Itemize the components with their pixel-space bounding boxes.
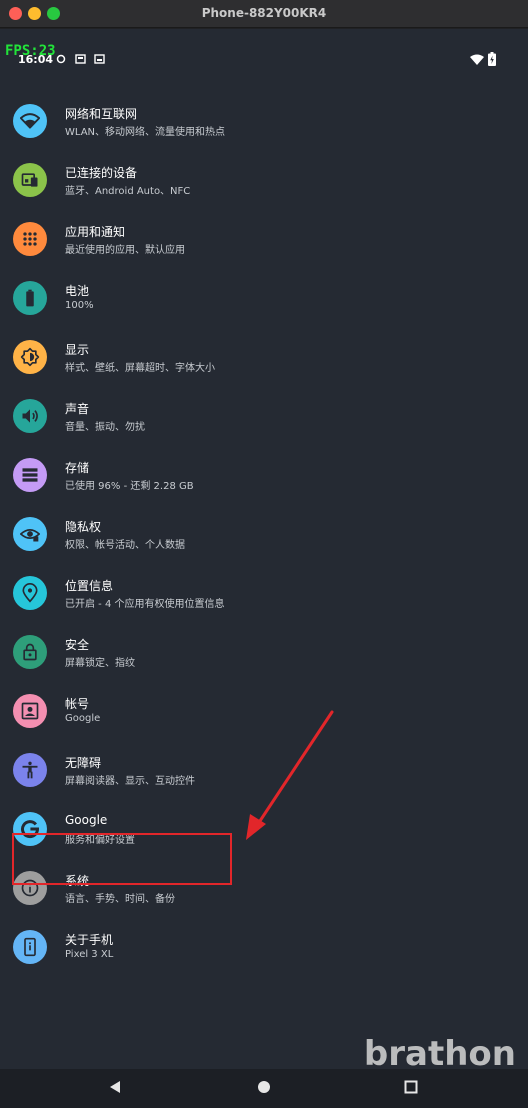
setting-subtitle: 已开启 - 4 个应用有权使用位置信息 <box>65 599 225 610</box>
setting-title: 电池 <box>65 284 90 298</box>
setting-subtitle: 最近使用的应用、默认应用 <box>65 245 185 256</box>
setting-privacy[interactable]: 隐私权 权限、帐号活动、个人数据 <box>0 517 528 575</box>
status-time: 16:04 <box>18 53 54 66</box>
setting-google[interactable]: Google 服务和偏好设置 <box>0 812 528 870</box>
home-button[interactable] <box>257 1079 271 1098</box>
privacy-icon <box>13 517 47 551</box>
screenshot-notification-icon <box>75 54 86 64</box>
setting-title: 声音 <box>65 402 90 416</box>
location-icon <box>13 576 47 610</box>
setting-subtitle: 语言、手势、时间、备份 <box>65 894 175 905</box>
notification-dot-icon <box>56 54 66 64</box>
setting-system[interactable]: 系统 语言、手势、时间、备份 <box>0 871 528 929</box>
connected-devices-icon <box>13 163 47 197</box>
wifi-icon <box>13 104 47 138</box>
setting-title: 帐号 <box>65 697 90 711</box>
setting-location[interactable]: 位置信息 已开启 - 4 个应用有权使用位置信息 <box>0 576 528 634</box>
account-icon <box>13 694 47 728</box>
setting-about-phone[interactable]: 关于手机 Pixel 3 XL <box>0 930 528 988</box>
setting-accounts[interactable]: 帐号 Google <box>0 694 528 752</box>
wifi-signal-icon <box>470 54 484 65</box>
setting-subtitle: 屏幕锁定、指纹 <box>65 658 135 669</box>
setting-subtitle: WLAN、移动网络、流量使用和热点 <box>65 127 226 138</box>
setting-subtitle: 音量、振动、勿扰 <box>65 422 145 433</box>
setting-storage[interactable]: 存储 已使用 96% - 还剩 2.28 GB <box>0 458 528 516</box>
phone-screen: FPS:23 16:04 网络和互联网 WLAN、移动网络、流量使用和热点 已连… <box>0 29 528 1108</box>
setting-sound[interactable]: 声音 音量、振动、勿扰 <box>0 399 528 457</box>
setting-battery[interactable]: 电池 100% <box>0 281 528 339</box>
back-button[interactable] <box>108 1079 122 1098</box>
setting-title: 隐私权 <box>65 520 102 534</box>
setting-subtitle: 服务和偏好设置 <box>65 835 135 846</box>
setting-network[interactable]: 网络和互联网 WLAN、移动网络、流量使用和热点 <box>0 104 528 162</box>
storage-icon <box>13 458 47 492</box>
lock-icon <box>13 635 47 669</box>
battery-icon <box>13 281 47 315</box>
accessibility-icon <box>13 753 47 787</box>
setting-subtitle: 样式、壁纸、屏幕超时、字体大小 <box>65 363 215 374</box>
setting-title: 系统 <box>65 874 90 888</box>
window-title: Phone-882Y00KR4 <box>201 6 327 20</box>
setting-title: 无障碍 <box>65 756 102 770</box>
setting-apps[interactable]: 应用和通知 最近使用的应用、默认应用 <box>0 222 528 280</box>
setting-subtitle: 蓝牙、Android Auto、NFC <box>65 186 191 197</box>
setting-subtitle: 权限、帐号活动、个人数据 <box>65 540 185 551</box>
setting-title: 位置信息 <box>65 579 114 593</box>
setting-title: 已连接的设备 <box>65 166 138 180</box>
recents-button[interactable] <box>404 1079 418 1098</box>
setting-accessibility[interactable]: 无障碍 屏幕阅读器、显示、互动控件 <box>0 753 528 811</box>
setting-title: 存储 <box>65 461 90 475</box>
setting-security[interactable]: 安全 屏幕锁定、指纹 <box>0 635 528 693</box>
watermark: brathon <box>363 1034 516 1074</box>
setting-subtitle: 已使用 96% - 还剩 2.28 GB <box>65 481 194 492</box>
media-notification-icon <box>94 54 105 64</box>
setting-subtitle: Pixel 3 XL <box>65 949 114 960</box>
setting-display[interactable]: 显示 样式、壁纸、屏幕超时、字体大小 <box>0 340 528 398</box>
setting-title: Google <box>65 813 108 827</box>
setting-title: 应用和通知 <box>65 225 126 239</box>
setting-connected-devices[interactable]: 已连接的设备 蓝牙、Android Auto、NFC <box>0 163 528 221</box>
google-icon <box>13 812 47 846</box>
setting-title: 关于手机 <box>65 933 114 947</box>
phone-icon <box>13 930 47 964</box>
apps-icon <box>13 222 47 256</box>
setting-subtitle: Google <box>65 713 101 724</box>
setting-subtitle: 100% <box>65 300 94 311</box>
sound-icon <box>13 399 47 433</box>
navigation-bar <box>0 1069 528 1108</box>
setting-title: 安全 <box>65 638 90 652</box>
display-icon <box>13 340 47 374</box>
setting-title: 显示 <box>65 343 90 357</box>
setting-subtitle: 屏幕阅读器、显示、互动控件 <box>65 776 195 787</box>
info-icon <box>13 871 47 905</box>
window-titlebar: Phone-882Y00KR4 <box>0 0 528 28</box>
setting-title: 网络和互联网 <box>65 107 138 121</box>
status-bar: FPS:23 16:04 <box>0 29 528 85</box>
battery-status-icon <box>488 52 496 66</box>
